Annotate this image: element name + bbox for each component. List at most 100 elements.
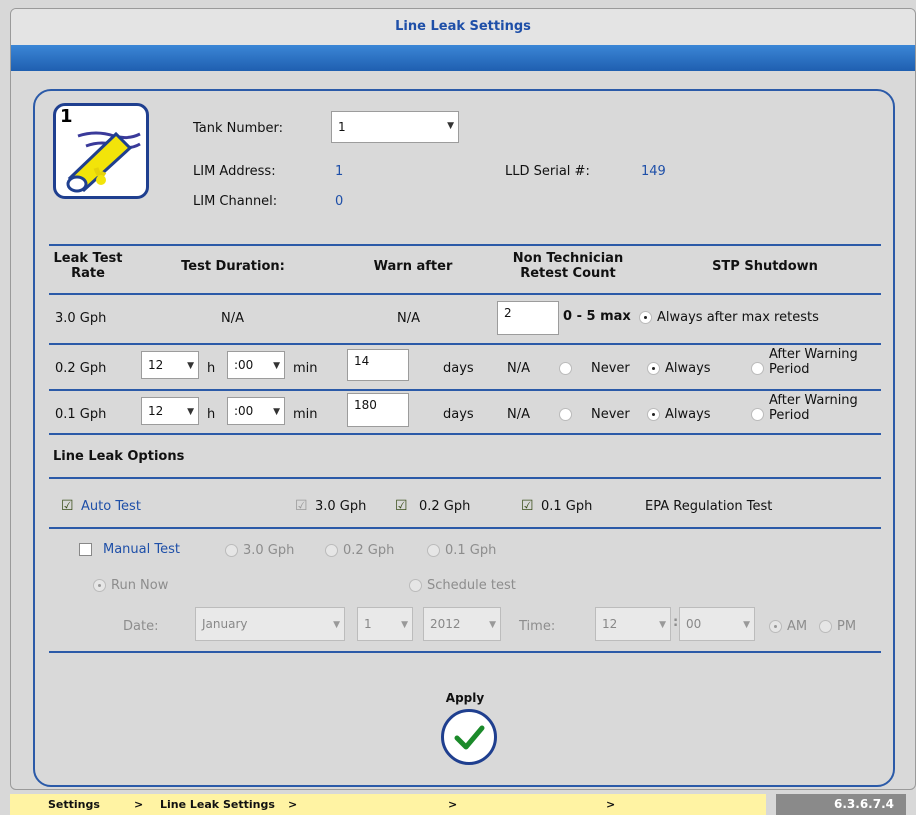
stp-always-label: Always xyxy=(665,407,711,422)
checkmark-icon xyxy=(454,725,485,750)
row1-duration: N/A xyxy=(221,311,244,326)
header-retest-count: Non Technician Retest Count xyxy=(512,251,624,281)
stp-after-warning-radio[interactable] xyxy=(751,408,764,421)
manual-0-1-radio[interactable] xyxy=(427,544,440,557)
divider xyxy=(49,293,881,295)
pm-radio[interactable] xyxy=(819,620,832,633)
version-badge: 6.3.6.7.4 xyxy=(776,794,906,815)
row-rate-3-0: 3.0 Gph xyxy=(55,311,107,326)
row-rate-0-2: 0.2 Gph xyxy=(55,361,107,376)
stp-always-max-radio[interactable] xyxy=(639,311,652,324)
stp-never-label: Never xyxy=(591,361,630,376)
settings-panel: 1 Tank Number: 1 ▼ LIM Address: 1 LLD Se… xyxy=(33,89,895,787)
retest-max-label: 0 - 5 max xyxy=(563,309,631,324)
apply-button[interactable] xyxy=(441,709,497,765)
auto-test-checkbox[interactable]: ☑ xyxy=(61,499,75,513)
auto-0-1-checkbox[interactable]: ☑ xyxy=(521,499,535,513)
header-leak-test-rate: Leak Test Rate xyxy=(53,251,123,281)
chevron-down-icon: ▼ xyxy=(447,121,454,131)
stp-always-max-label: Always after max retests xyxy=(657,310,819,325)
auto-test-label: Auto Test xyxy=(81,499,141,514)
breadcrumb-separator: > xyxy=(448,798,458,811)
schedule-test-label: Schedule test xyxy=(427,578,516,593)
auto-0-2-label: 0.2 Gph xyxy=(419,499,471,514)
minutes-value: :00 xyxy=(234,358,254,372)
chevron-down-icon: ▼ xyxy=(659,620,666,630)
stp-always-label: Always xyxy=(665,361,711,376)
minutes-unit-label: min xyxy=(293,361,318,376)
retest-count-input[interactable]: 2 xyxy=(497,301,559,335)
auto-0-2-checkbox[interactable]: ☑ xyxy=(395,499,409,513)
run-now-radio[interactable] xyxy=(93,579,106,592)
minutes-select-0-1[interactable]: :00 ▼ xyxy=(227,397,285,425)
hour-value: 12 xyxy=(602,617,618,631)
breadcrumb-settings[interactable]: Settings xyxy=(48,798,100,811)
header-warn-after: Warn after xyxy=(373,259,453,274)
days-label: days xyxy=(443,361,474,376)
line-leak-tank-icon: 1 xyxy=(53,103,149,199)
days-label: days xyxy=(443,407,474,422)
chevron-down-icon: ▼ xyxy=(273,407,280,417)
chevron-down-icon: ▼ xyxy=(401,620,408,630)
manual-0-2-label: 0.2 Gph xyxy=(343,543,395,558)
hours-select-0-1[interactable]: 12 ▼ xyxy=(141,397,199,425)
year-select[interactable]: 2012 ▼ xyxy=(423,607,501,641)
breadcrumb-separator: > xyxy=(606,798,616,811)
manual-3-0-radio[interactable] xyxy=(225,544,238,557)
divider xyxy=(49,527,881,529)
header-stp-shutdown: STP Shutdown xyxy=(712,259,818,274)
apply-label: Apply xyxy=(445,691,485,705)
hours-unit-label: h xyxy=(207,407,216,422)
window: Line Leak Settings 1 Tank Number: 1 ▼ LI… xyxy=(10,8,916,790)
day-value: 1 xyxy=(364,617,372,631)
breadcrumb-line-leak-settings[interactable]: Line Leak Settings xyxy=(160,798,275,811)
divider xyxy=(49,651,881,653)
stp-after-warning-label: After Warning Period xyxy=(769,393,858,423)
warn-days-input-0-2[interactable]: 14 xyxy=(347,349,409,381)
day-select[interactable]: 1 ▼ xyxy=(357,607,413,641)
chevron-down-icon: ▼ xyxy=(187,407,194,417)
breadcrumb: Settings > Line Leak Settings > > > xyxy=(10,794,766,815)
manual-0-2-radio[interactable] xyxy=(325,544,338,557)
epa-regulation-label: EPA Regulation Test xyxy=(645,499,773,514)
am-radio[interactable] xyxy=(769,620,782,633)
chevron-down-icon: ▼ xyxy=(273,361,280,371)
lim-address-value: 1 xyxy=(335,164,344,179)
header-test-duration: Test Duration: xyxy=(181,259,285,274)
divider xyxy=(49,433,881,435)
minute-select[interactable]: 00 ▼ xyxy=(679,607,755,641)
auto-0-1-label: 0.1 Gph xyxy=(541,499,593,514)
manual-test-checkbox[interactable] xyxy=(79,543,92,556)
pipe-leak-icon xyxy=(66,131,141,193)
lim-channel-value: 0 xyxy=(335,194,344,209)
tank-number-select[interactable]: 1 ▼ xyxy=(331,111,459,143)
stp-never-label: Never xyxy=(591,407,630,422)
stp-always-radio[interactable] xyxy=(647,408,660,421)
time-label: Time: xyxy=(519,619,556,634)
row2-retest: N/A xyxy=(507,361,530,376)
stp-never-radio[interactable] xyxy=(559,362,572,375)
stp-always-radio[interactable] xyxy=(647,362,660,375)
schedule-test-radio[interactable] xyxy=(409,579,422,592)
row3-retest: N/A xyxy=(507,407,530,422)
stp-after-warning-label: After Warning Period xyxy=(769,347,858,377)
header-bar xyxy=(11,45,915,71)
am-label: AM xyxy=(787,619,808,634)
month-select[interactable]: January ▼ xyxy=(195,607,345,641)
divider xyxy=(49,477,881,479)
lim-address-label: LIM Address: xyxy=(193,164,276,179)
breadcrumb-separator: > xyxy=(134,798,144,811)
hour-select[interactable]: 12 ▼ xyxy=(595,607,671,641)
chevron-down-icon: ▼ xyxy=(187,361,194,371)
warn-days-input-0-1[interactable]: 180 xyxy=(347,393,409,427)
minutes-select-0-2[interactable]: :00 ▼ xyxy=(227,351,285,379)
minutes-value: :00 xyxy=(234,404,254,418)
divider xyxy=(49,244,881,246)
tank-number-value: 1 xyxy=(338,120,346,134)
minutes-unit-label: min xyxy=(293,407,318,422)
hours-select-0-2[interactable]: 12 ▼ xyxy=(141,351,199,379)
row-rate-0-1: 0.1 Gph xyxy=(55,407,107,422)
stp-after-warning-radio[interactable] xyxy=(751,362,764,375)
page-title: Line Leak Settings xyxy=(11,9,915,45)
stp-never-radio[interactable] xyxy=(559,408,572,421)
